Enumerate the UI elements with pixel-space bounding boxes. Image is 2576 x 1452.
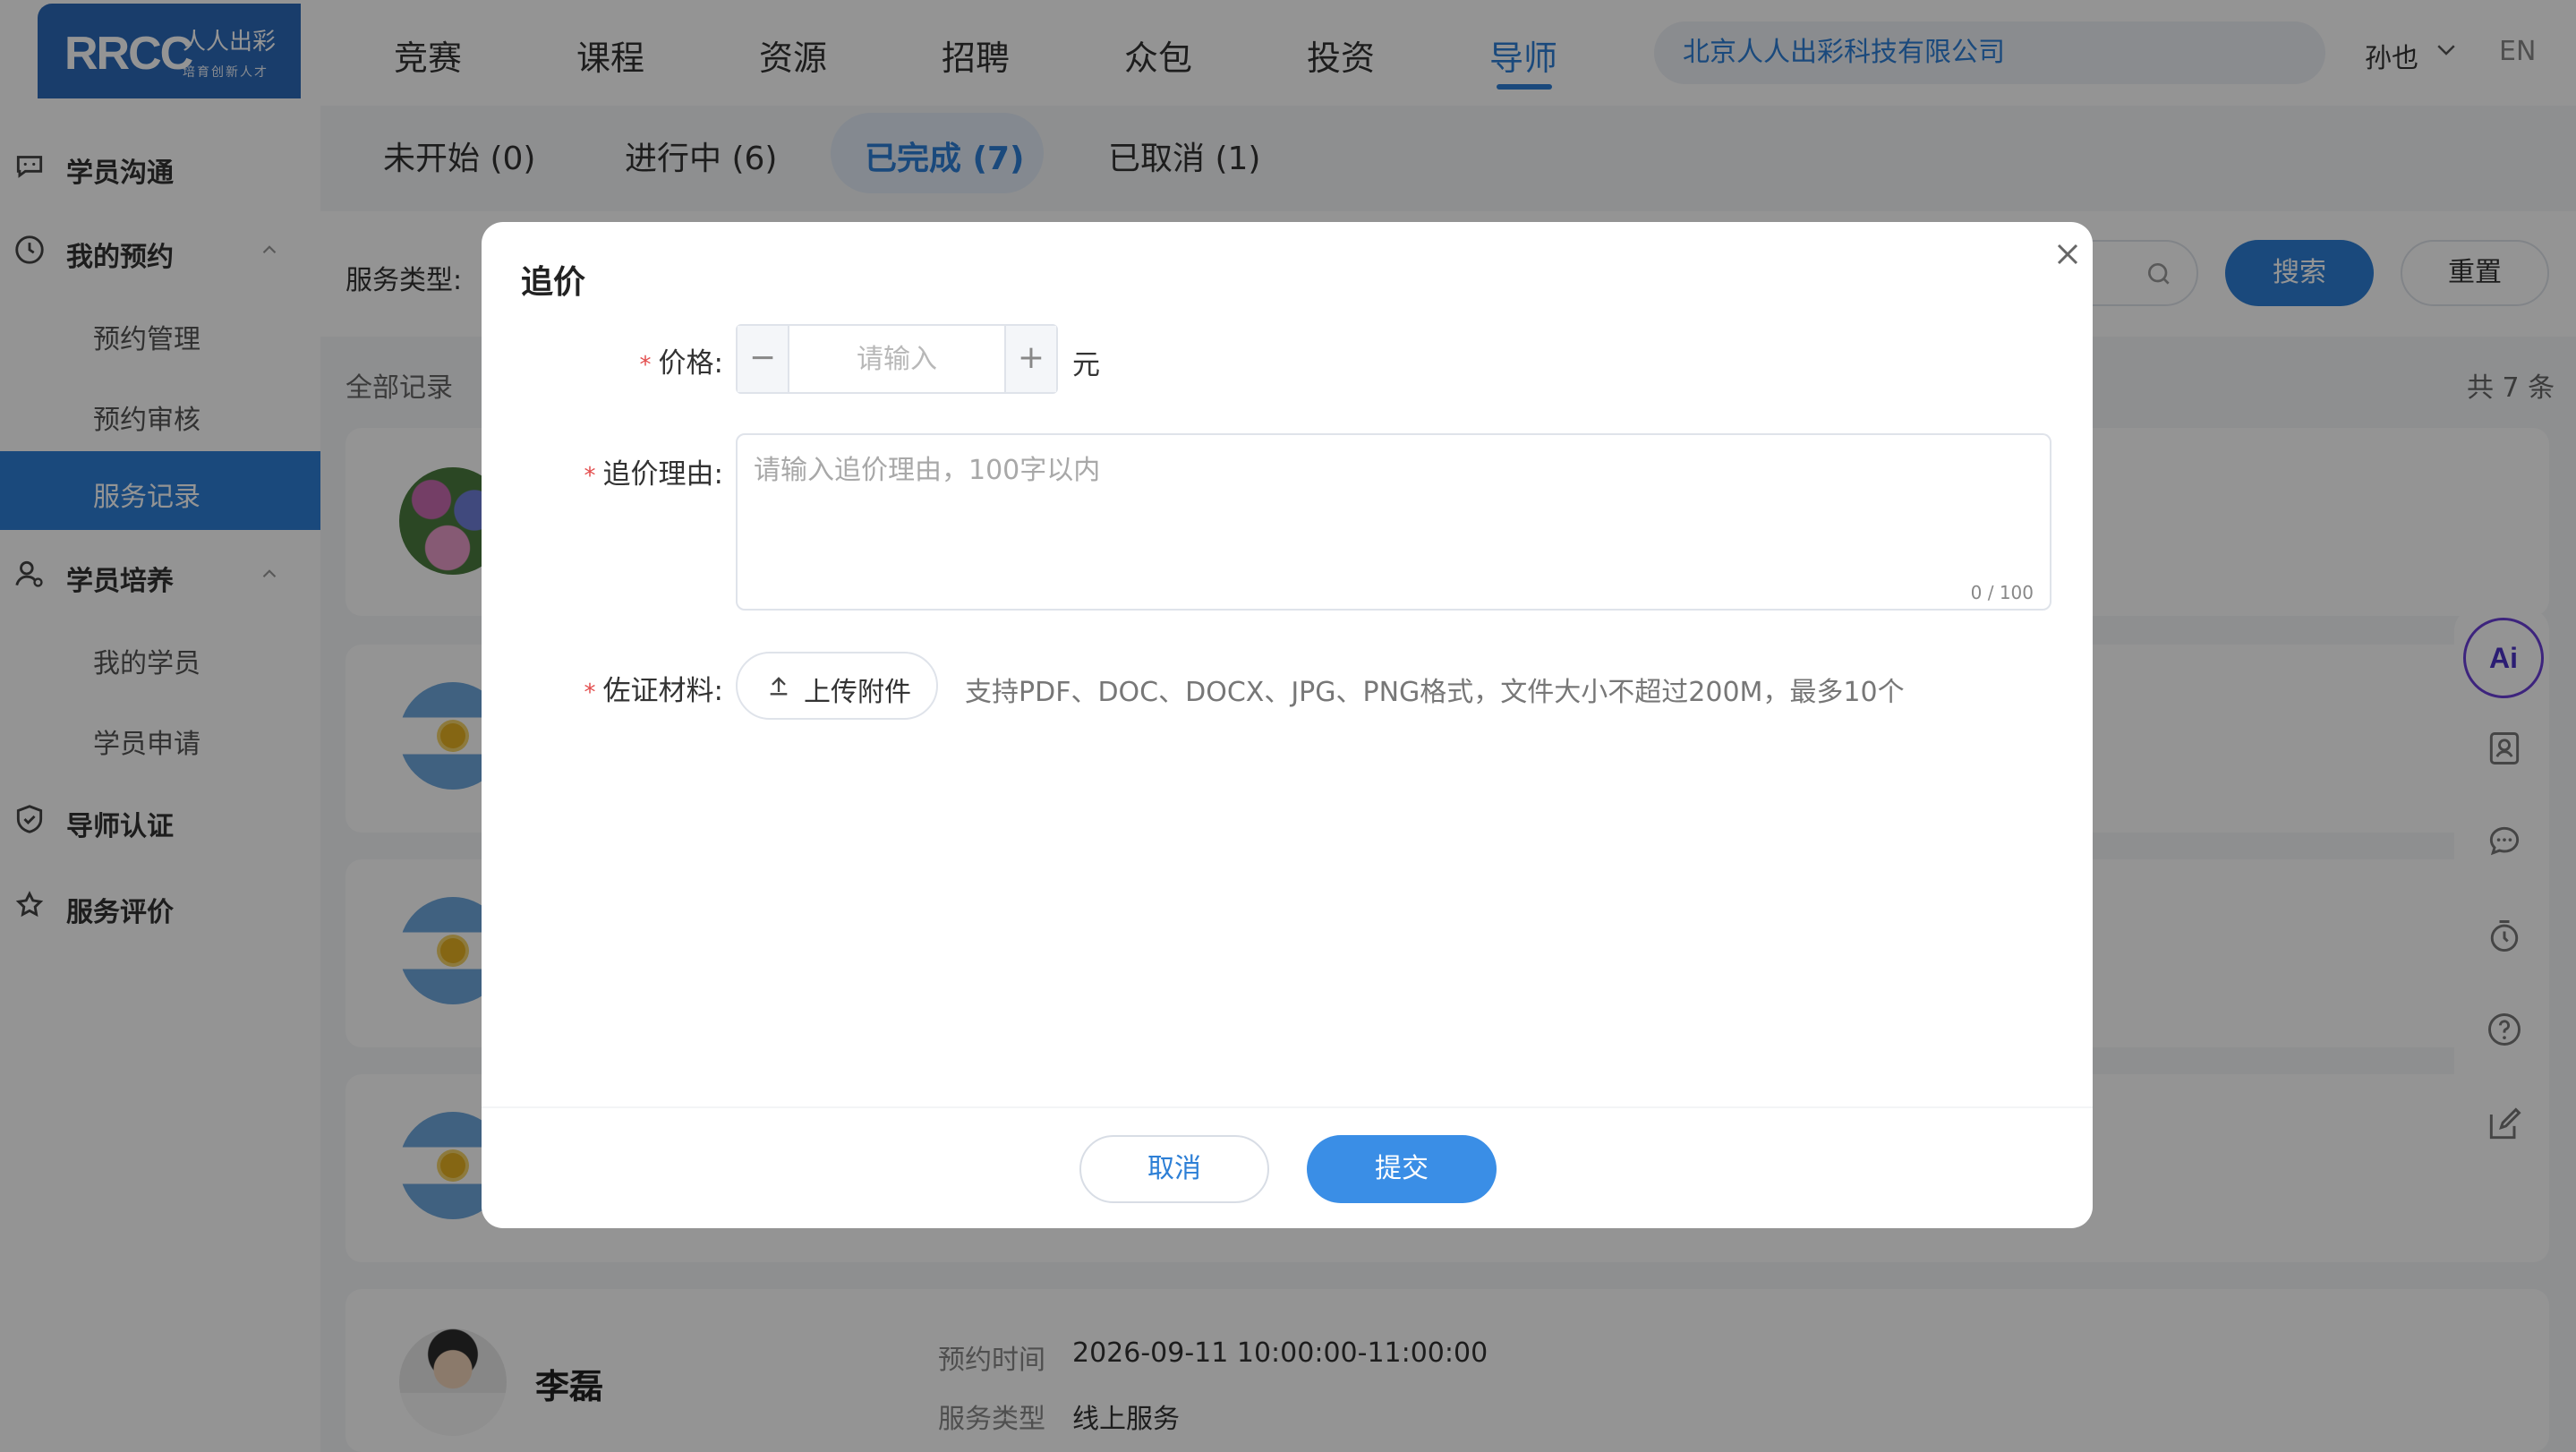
evidence-label: * 佐证材料:: [562, 668, 723, 708]
decrement-button[interactable]: −: [738, 326, 789, 392]
required-mark: *: [639, 352, 652, 379]
upload-icon: [770, 677, 788, 696]
upload-label: 上传附件: [804, 677, 911, 708]
required-mark: *: [584, 679, 596, 706]
submit-button[interactable]: 提交: [1307, 1135, 1497, 1203]
required-mark: *: [584, 463, 596, 490]
currency-unit: 元: [1072, 349, 1100, 381]
price-stepper: − +: [736, 324, 1058, 394]
reason-textarea-wrapper: 0 / 100: [736, 433, 2051, 611]
reason-textarea[interactable]: [754, 448, 2025, 573]
price-input[interactable]: [791, 326, 1002, 392]
price-label: * 价格:: [616, 340, 723, 380]
cancel-button[interactable]: 取消: [1079, 1135, 1269, 1203]
upload-hint: 支持PDF、DOC、DOCX、JPG、PNG格式，文件大小不超过200M，最多1…: [965, 677, 1905, 708]
price-label-text: 价格:: [658, 347, 723, 380]
footer-divider: [482, 1106, 2093, 1108]
upload-attachment-button[interactable]: 上传附件: [736, 652, 938, 720]
char-counter: 0 / 100: [1970, 582, 2034, 603]
close-icon[interactable]: [2050, 236, 2086, 272]
evidence-label-text: 佐证材料:: [602, 675, 723, 707]
reason-label: * 追价理由:: [562, 451, 723, 491]
reason-label-text: 追价理由:: [602, 458, 723, 491]
price-increase-dialog: 追价 *价格: − + 元 *追价理由: 0 / 100 *佐证材料: 上传附件…: [482, 222, 2093, 1228]
dialog-title: 追价: [521, 264, 586, 301]
increment-button[interactable]: +: [1004, 326, 1056, 392]
